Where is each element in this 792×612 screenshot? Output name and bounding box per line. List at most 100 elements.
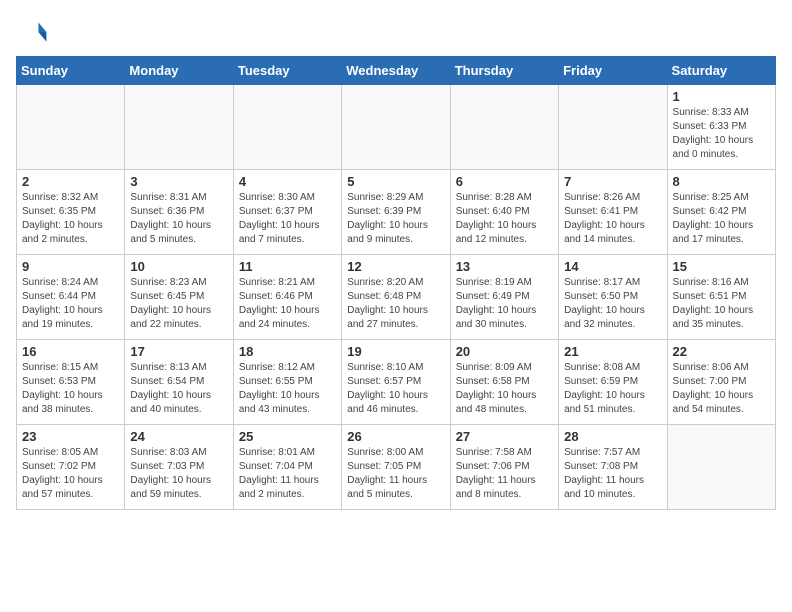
calendar-table: SundayMondayTuesdayWednesdayThursdayFrid… bbox=[16, 56, 776, 510]
day-number: 22 bbox=[673, 344, 770, 359]
day-number: 6 bbox=[456, 174, 553, 189]
calendar-week-1: 1Sunrise: 8:33 AM Sunset: 6:33 PM Daylig… bbox=[17, 85, 776, 170]
calendar-cell: 25 Sunrise: 8:01 AM Sunset: 7:04 PM Dayli… bbox=[233, 425, 341, 510]
day-number: 7 bbox=[564, 174, 661, 189]
calendar-cell: 23 Sunrise: 8:05 AM Sunset: 7:02 PM Dayli… bbox=[17, 425, 125, 510]
calendar-week-2: 2 Sunrise: 8:32 AM Sunset: 6:35 PM Daylig… bbox=[17, 170, 776, 255]
day-number: 16 bbox=[22, 344, 119, 359]
calendar-cell bbox=[17, 85, 125, 170]
calendar-cell: 4 Sunrise: 8:30 AM Sunset: 6:37 PM Daylig… bbox=[233, 170, 341, 255]
weekday-header-friday: Friday bbox=[559, 57, 667, 85]
day-info: Sunrise: 8:19 AM Sunset: 6:49 PM Dayligh… bbox=[456, 276, 553, 332]
day-info: Sunrise: 8:10 AM Sunset: 6:57 PM Dayligh… bbox=[347, 361, 444, 417]
calendar-week-4: 16 Sunrise: 8:15 AM Sunset: 6:53 PM Dayli… bbox=[17, 340, 776, 425]
day-info: Sunrise: 8:06 AM Sunset: 7:00 PM Dayligh… bbox=[673, 361, 770, 417]
day-info: Sunrise: 8:09 AM Sunset: 6:58 PM Dayligh… bbox=[456, 361, 553, 417]
calendar-cell bbox=[125, 85, 233, 170]
calendar-cell: 26 Sunrise: 8:00 AM Sunset: 7:05 PM Dayli… bbox=[342, 425, 450, 510]
day-number: 23 bbox=[22, 429, 119, 444]
weekday-header-sunday: Sunday bbox=[17, 57, 125, 85]
calendar-cell bbox=[342, 85, 450, 170]
calendar-cell: 20 Sunrise: 8:09 AM Sunset: 6:58 PM Dayli… bbox=[450, 340, 558, 425]
day-info: Sunrise: 8:28 AM Sunset: 6:40 PM Dayligh… bbox=[456, 191, 553, 247]
day-info: Sunrise: 8:29 AM Sunset: 6:39 PM Dayligh… bbox=[347, 191, 444, 247]
day-number: 10 bbox=[130, 259, 227, 274]
calendar-cell: 5Sunrise: 8:29 AM Sunset: 6:39 PM Daylig… bbox=[342, 170, 450, 255]
day-number: 11 bbox=[239, 259, 336, 274]
weekday-header-tuesday: Tuesday bbox=[233, 57, 341, 85]
calendar-cell: 12 Sunrise: 8:20 AM Sunset: 6:48 PM Dayli… bbox=[342, 255, 450, 340]
calendar-cell bbox=[450, 85, 558, 170]
day-number: 3 bbox=[130, 174, 227, 189]
logo bbox=[16, 16, 52, 48]
day-number: 17 bbox=[130, 344, 227, 359]
day-number: 8 bbox=[673, 174, 770, 189]
day-info: Sunrise: 8:15 AM Sunset: 6:53 PM Dayligh… bbox=[22, 361, 119, 417]
day-info: Sunrise: 7:58 AM Sunset: 7:06 PM Dayligh… bbox=[456, 446, 553, 502]
day-number: 1 bbox=[673, 89, 770, 104]
day-number: 2 bbox=[22, 174, 119, 189]
calendar-cell: 1Sunrise: 8:33 AM Sunset: 6:33 PM Daylig… bbox=[667, 85, 775, 170]
calendar-cell: 24Sunrise: 8:03 AM Sunset: 7:03 PM Dayli… bbox=[125, 425, 233, 510]
day-info: Sunrise: 8:21 AM Sunset: 6:46 PM Dayligh… bbox=[239, 276, 336, 332]
day-number: 26 bbox=[347, 429, 444, 444]
calendar-cell: 22 Sunrise: 8:06 AM Sunset: 7:00 PM Dayli… bbox=[667, 340, 775, 425]
weekday-header-row: SundayMondayTuesdayWednesdayThursdayFrid… bbox=[17, 57, 776, 85]
day-info: Sunrise: 8:00 AM Sunset: 7:05 PM Dayligh… bbox=[347, 446, 444, 502]
calendar-cell: 11 Sunrise: 8:21 AM Sunset: 6:46 PM Dayli… bbox=[233, 255, 341, 340]
day-number: 21 bbox=[564, 344, 661, 359]
calendar-cell: 19Sunrise: 8:10 AM Sunset: 6:57 PM Dayli… bbox=[342, 340, 450, 425]
page-header bbox=[16, 16, 776, 48]
calendar-cell bbox=[667, 425, 775, 510]
day-info: Sunrise: 8:05 AM Sunset: 7:02 PM Dayligh… bbox=[22, 446, 119, 502]
calendar-cell: 17 Sunrise: 8:13 AM Sunset: 6:54 PM Dayli… bbox=[125, 340, 233, 425]
calendar-cell: 21 Sunrise: 8:08 AM Sunset: 6:59 PM Dayli… bbox=[559, 340, 667, 425]
day-info: Sunrise: 8:03 AM Sunset: 7:03 PM Dayligh… bbox=[130, 446, 227, 502]
day-info: Sunrise: 7:57 AM Sunset: 7:08 PM Dayligh… bbox=[564, 446, 661, 502]
day-info: Sunrise: 8:08 AM Sunset: 6:59 PM Dayligh… bbox=[564, 361, 661, 417]
day-number: 18 bbox=[239, 344, 336, 359]
calendar-cell: 9 Sunrise: 8:24 AM Sunset: 6:44 PM Daylig… bbox=[17, 255, 125, 340]
day-number: 20 bbox=[456, 344, 553, 359]
day-info: Sunrise: 8:25 AM Sunset: 6:42 PM Dayligh… bbox=[673, 191, 770, 247]
day-number: 25 bbox=[239, 429, 336, 444]
calendar-cell bbox=[559, 85, 667, 170]
day-info: Sunrise: 8:30 AM Sunset: 6:37 PM Dayligh… bbox=[239, 191, 336, 247]
day-number: 14 bbox=[564, 259, 661, 274]
calendar-cell: 28 Sunrise: 7:57 AM Sunset: 7:08 PM Dayli… bbox=[559, 425, 667, 510]
calendar-cell: 2 Sunrise: 8:32 AM Sunset: 6:35 PM Daylig… bbox=[17, 170, 125, 255]
day-info: Sunrise: 8:01 AM Sunset: 7:04 PM Dayligh… bbox=[239, 446, 336, 502]
weekday-header-monday: Monday bbox=[125, 57, 233, 85]
day-info: Sunrise: 8:12 AM Sunset: 6:55 PM Dayligh… bbox=[239, 361, 336, 417]
calendar-week-5: 23 Sunrise: 8:05 AM Sunset: 7:02 PM Dayli… bbox=[17, 425, 776, 510]
day-number: 13 bbox=[456, 259, 553, 274]
day-number: 4 bbox=[239, 174, 336, 189]
day-info: Sunrise: 8:16 AM Sunset: 6:51 PM Dayligh… bbox=[673, 276, 770, 332]
logo-icon bbox=[16, 16, 48, 48]
weekday-header-saturday: Saturday bbox=[667, 57, 775, 85]
day-number: 15 bbox=[673, 259, 770, 274]
day-number: 28 bbox=[564, 429, 661, 444]
calendar-cell: 14 Sunrise: 8:17 AM Sunset: 6:50 PM Dayli… bbox=[559, 255, 667, 340]
weekday-header-thursday: Thursday bbox=[450, 57, 558, 85]
calendar-cell: 15 Sunrise: 8:16 AM Sunset: 6:51 PM Dayli… bbox=[667, 255, 775, 340]
calendar-cell bbox=[233, 85, 341, 170]
calendar-week-3: 9 Sunrise: 8:24 AM Sunset: 6:44 PM Daylig… bbox=[17, 255, 776, 340]
day-info: Sunrise: 8:20 AM Sunset: 6:48 PM Dayligh… bbox=[347, 276, 444, 332]
calendar-cell: 16 Sunrise: 8:15 AM Sunset: 6:53 PM Dayli… bbox=[17, 340, 125, 425]
day-number: 27 bbox=[456, 429, 553, 444]
day-info: Sunrise: 8:23 AM Sunset: 6:45 PM Dayligh… bbox=[130, 276, 227, 332]
calendar-cell: 8 Sunrise: 8:25 AM Sunset: 6:42 PM Daylig… bbox=[667, 170, 775, 255]
day-info: Sunrise: 8:26 AM Sunset: 6:41 PM Dayligh… bbox=[564, 191, 661, 247]
day-number: 12 bbox=[347, 259, 444, 274]
day-info: Sunrise: 8:32 AM Sunset: 6:35 PM Dayligh… bbox=[22, 191, 119, 247]
calendar-cell: 13 Sunrise: 8:19 AM Sunset: 6:49 PM Dayli… bbox=[450, 255, 558, 340]
day-info: Sunrise: 8:13 AM Sunset: 6:54 PM Dayligh… bbox=[130, 361, 227, 417]
day-info: Sunrise: 8:17 AM Sunset: 6:50 PM Dayligh… bbox=[564, 276, 661, 332]
calendar-cell: 3Sunrise: 8:31 AM Sunset: 6:36 PM Daylig… bbox=[125, 170, 233, 255]
day-number: 9 bbox=[22, 259, 119, 274]
weekday-header-wednesday: Wednesday bbox=[342, 57, 450, 85]
day-info: Sunrise: 8:24 AM Sunset: 6:44 PM Dayligh… bbox=[22, 276, 119, 332]
calendar-cell: 7 Sunrise: 8:26 AM Sunset: 6:41 PM Daylig… bbox=[559, 170, 667, 255]
calendar-cell: 27 Sunrise: 7:58 AM Sunset: 7:06 PM Dayli… bbox=[450, 425, 558, 510]
